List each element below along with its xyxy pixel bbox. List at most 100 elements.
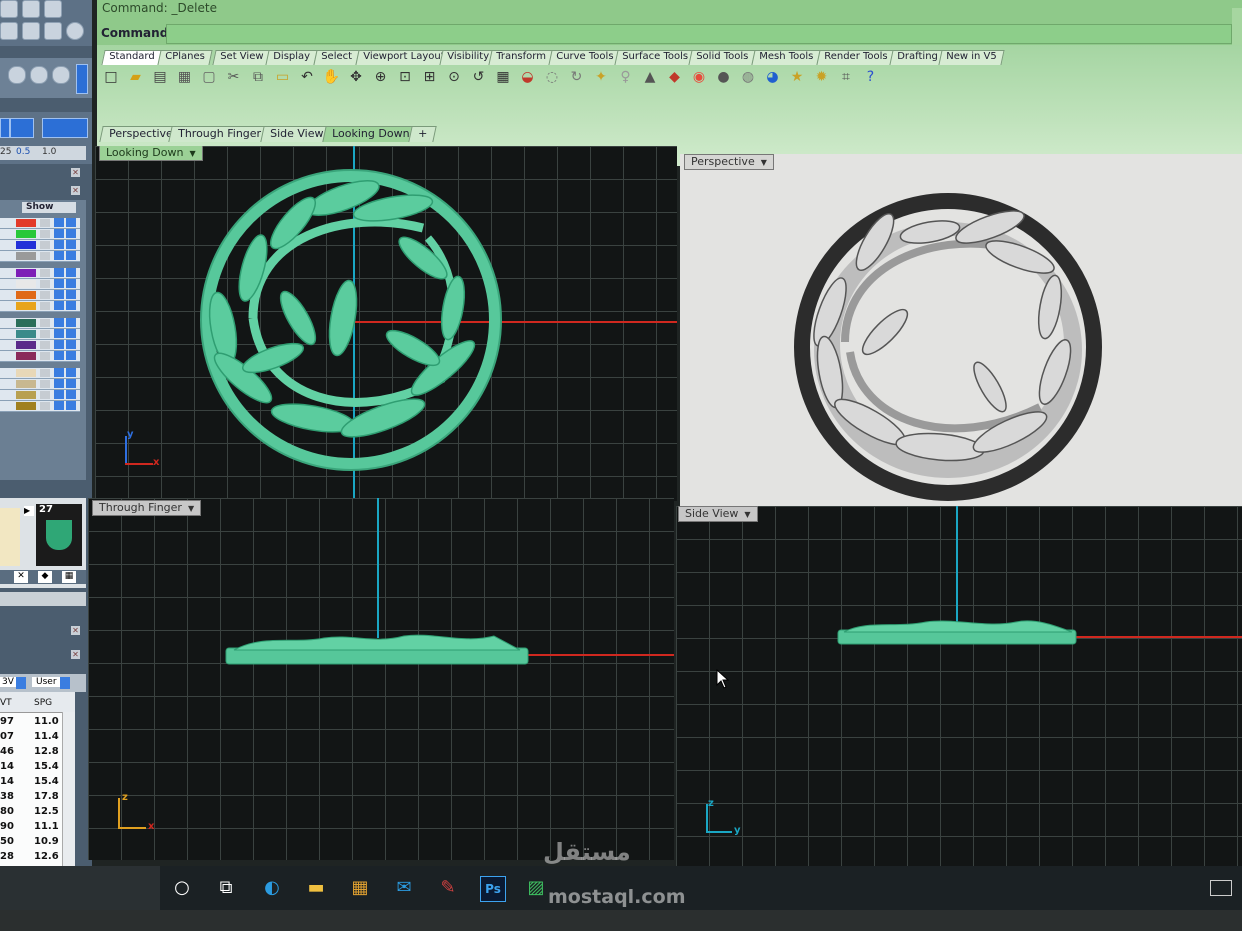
lock-icon[interactable] (40, 352, 50, 360)
layer-color-swatch[interactable] (16, 280, 36, 288)
wreath-model-top[interactable] (193, 168, 509, 474)
tool-button[interactable] (22, 0, 40, 18)
toolbar-tab[interactable]: Display (265, 50, 318, 65)
toolbar-tab[interactable]: Mesh Tools (751, 50, 821, 65)
layer-toggle[interactable] (54, 368, 64, 377)
layer-toggle[interactable] (66, 340, 76, 349)
lightbulb-icon[interactable]: ♀ (617, 68, 635, 86)
layer-toggle[interactable] (54, 401, 64, 410)
render-icon[interactable]: ★ (788, 68, 806, 86)
undo-view-icon[interactable]: ↺ (470, 68, 488, 86)
add-viewport-tab-icon[interactable]: + (408, 126, 437, 142)
lock-icon[interactable] (40, 241, 50, 249)
layer-toggle[interactable] (66, 401, 76, 410)
render-sphere-icon[interactable]: ◍ (739, 68, 757, 86)
tool-button[interactable] (44, 0, 62, 18)
layer-toggle[interactable] (66, 329, 76, 338)
new-icon[interactable]: □ (102, 68, 120, 86)
color-wheel-icon[interactable]: ◉ (690, 68, 708, 86)
delete-icon[interactable]: ✕ (14, 571, 28, 583)
layer-row[interactable] (0, 268, 80, 279)
command-scrollbar[interactable] (1232, 8, 1242, 48)
layer-toggle[interactable] (66, 279, 76, 288)
layer-toggle[interactable] (54, 251, 64, 260)
settings-gear-icon[interactable]: ✹ (813, 68, 831, 86)
tool-button[interactable] (10, 118, 34, 138)
layer-row[interactable] (0, 340, 80, 351)
close-icon[interactable]: ✕ (71, 168, 80, 177)
layer-toggle[interactable] (66, 368, 76, 377)
lock-icon[interactable] (40, 230, 50, 238)
layer-toggle[interactable] (66, 240, 76, 249)
layer-color-swatch[interactable] (16, 319, 36, 327)
lock-icon[interactable] (40, 269, 50, 277)
paste-icon[interactable]: ▭ (274, 68, 292, 86)
table-scrollbar[interactable] (62, 712, 75, 866)
edge-icon[interactable]: ◐ (260, 876, 284, 900)
toolbar-tab[interactable]: Select (313, 50, 360, 65)
layer-toggle[interactable] (66, 290, 76, 299)
layer-color-swatch[interactable] (16, 230, 36, 238)
layer-row[interactable] (0, 301, 80, 312)
layer-toggle[interactable] (54, 379, 64, 388)
open-icon[interactable]: ▰ (127, 68, 145, 86)
globe-icon[interactable]: ◕ (764, 68, 782, 86)
layer-toggle[interactable] (54, 218, 64, 227)
layer-toggle[interactable] (54, 290, 64, 299)
zoom-selected-icon[interactable]: ⊙ (445, 68, 463, 86)
sphere-icon[interactable]: ● (715, 68, 733, 86)
diamond-icon[interactable]: ◆ (38, 571, 52, 583)
lock-icon[interactable] (40, 319, 50, 327)
copy-icon[interactable]: ⧉ (249, 68, 267, 86)
close-icon[interactable]: ✕ (71, 626, 80, 635)
layer-toggle[interactable] (66, 301, 76, 310)
table-row[interactable]: 97 11.0 (0, 716, 60, 729)
table-row[interactable]: 46 12.8 (0, 746, 60, 759)
layer-row[interactable] (0, 379, 80, 390)
paint-icon[interactable]: ✎ (436, 876, 460, 900)
layer-toggle[interactable] (54, 318, 64, 327)
lock-icon[interactable] (40, 302, 50, 310)
lock-icon[interactable] (40, 380, 50, 388)
toolbar-tab[interactable]: CPlanes (157, 50, 213, 65)
zoom-window-icon[interactable]: ⊡ (396, 68, 414, 86)
lock-icon[interactable] (40, 402, 50, 410)
options-icon[interactable]: ⌗ (837, 68, 855, 86)
layer-toggle[interactable] (66, 318, 76, 327)
tool-button[interactable] (76, 64, 88, 94)
rotate-icon[interactable]: ✥ (347, 68, 365, 86)
thumbnail-image[interactable]: 27 (36, 504, 82, 566)
layer-row[interactable] (0, 351, 80, 362)
cut-icon[interactable]: ✂ (225, 68, 243, 86)
dropdown-3v[interactable]: 3V (0, 677, 16, 687)
tool-button[interactable] (8, 66, 26, 84)
dropdown-arrow-icon[interactable] (16, 677, 26, 689)
slider-bar[interactable] (0, 592, 86, 606)
lock-icon[interactable] (40, 252, 50, 260)
zoom-icon[interactable]: ⊕ (372, 68, 390, 86)
layer-color-swatch[interactable] (16, 241, 36, 249)
tool-button[interactable] (52, 66, 70, 84)
command-input[interactable] (166, 24, 1232, 44)
layer-color-swatch[interactable] (16, 302, 36, 310)
layer-toggle[interactable] (54, 340, 64, 349)
layer-color-swatch[interactable] (16, 402, 36, 410)
layer-toggle[interactable] (54, 229, 64, 238)
tool-button[interactable] (42, 118, 88, 138)
hide-icon[interactable]: ◌ (543, 68, 561, 86)
import-icon[interactable]: ▢ (200, 68, 218, 86)
layer-color-swatch[interactable] (16, 252, 36, 260)
viewport-label[interactable]: Perspective ▼ (684, 154, 774, 170)
lock-icon[interactable] (40, 391, 50, 399)
close-icon[interactable]: ✕ (71, 186, 80, 195)
show-button[interactable]: Show (22, 202, 76, 213)
toolbar-tab[interactable]: Curve Tools (548, 50, 621, 65)
table-row[interactable]: 80 12.5 (0, 806, 60, 819)
layer-toggle[interactable] (66, 229, 76, 238)
toolbar-tab[interactable]: Viewport Layout (355, 50, 453, 65)
pan-icon[interactable]: ✋ (323, 68, 341, 86)
wreath-model-front[interactable] (224, 630, 530, 670)
layer-toggle[interactable] (54, 301, 64, 310)
layer-color-swatch[interactable] (16, 341, 36, 349)
lock-icon[interactable] (40, 291, 50, 299)
